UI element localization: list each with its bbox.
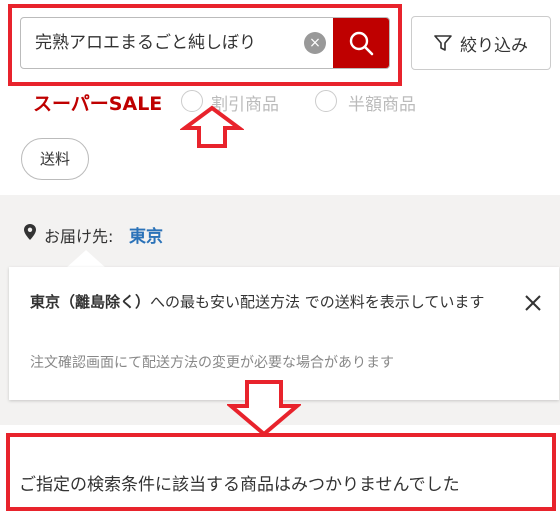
popup-region: 東京（離島除く） [30, 293, 151, 311]
popup-pointer [66, 250, 106, 268]
popup-message-text: への最も安い配送方法 での送料を表示しています [150, 293, 485, 311]
location-pin-icon [24, 224, 36, 240]
shipping-tag[interactable]: 送料 [21, 138, 89, 180]
search-annotation-box [8, 4, 402, 86]
super-sale-label: スーパーSALE [33, 93, 163, 115]
down-arrow-annotation [227, 380, 301, 437]
delivery-label: お届け先: [44, 227, 114, 246]
half-price-radio[interactable] [315, 90, 337, 112]
popup-message: 東京（離島除く）への最も安い配送方法 での送料を表示しています [30, 289, 510, 315]
filter-button-label: 絞り込み [460, 35, 528, 56]
delivery-destination-link[interactable]: 東京 [129, 222, 163, 247]
close-icon[interactable] [522, 292, 544, 314]
half-price-radio-label: 半額商品 [348, 95, 416, 115]
up-arrow-annotation [180, 105, 244, 148]
result-annotation-box [6, 433, 556, 511]
funnel-icon [434, 35, 452, 51]
filter-button[interactable]: 絞り込み [411, 16, 551, 70]
popup-note: 注文確認画面にて配送方法の変更が必要な場合があります [30, 355, 394, 371]
